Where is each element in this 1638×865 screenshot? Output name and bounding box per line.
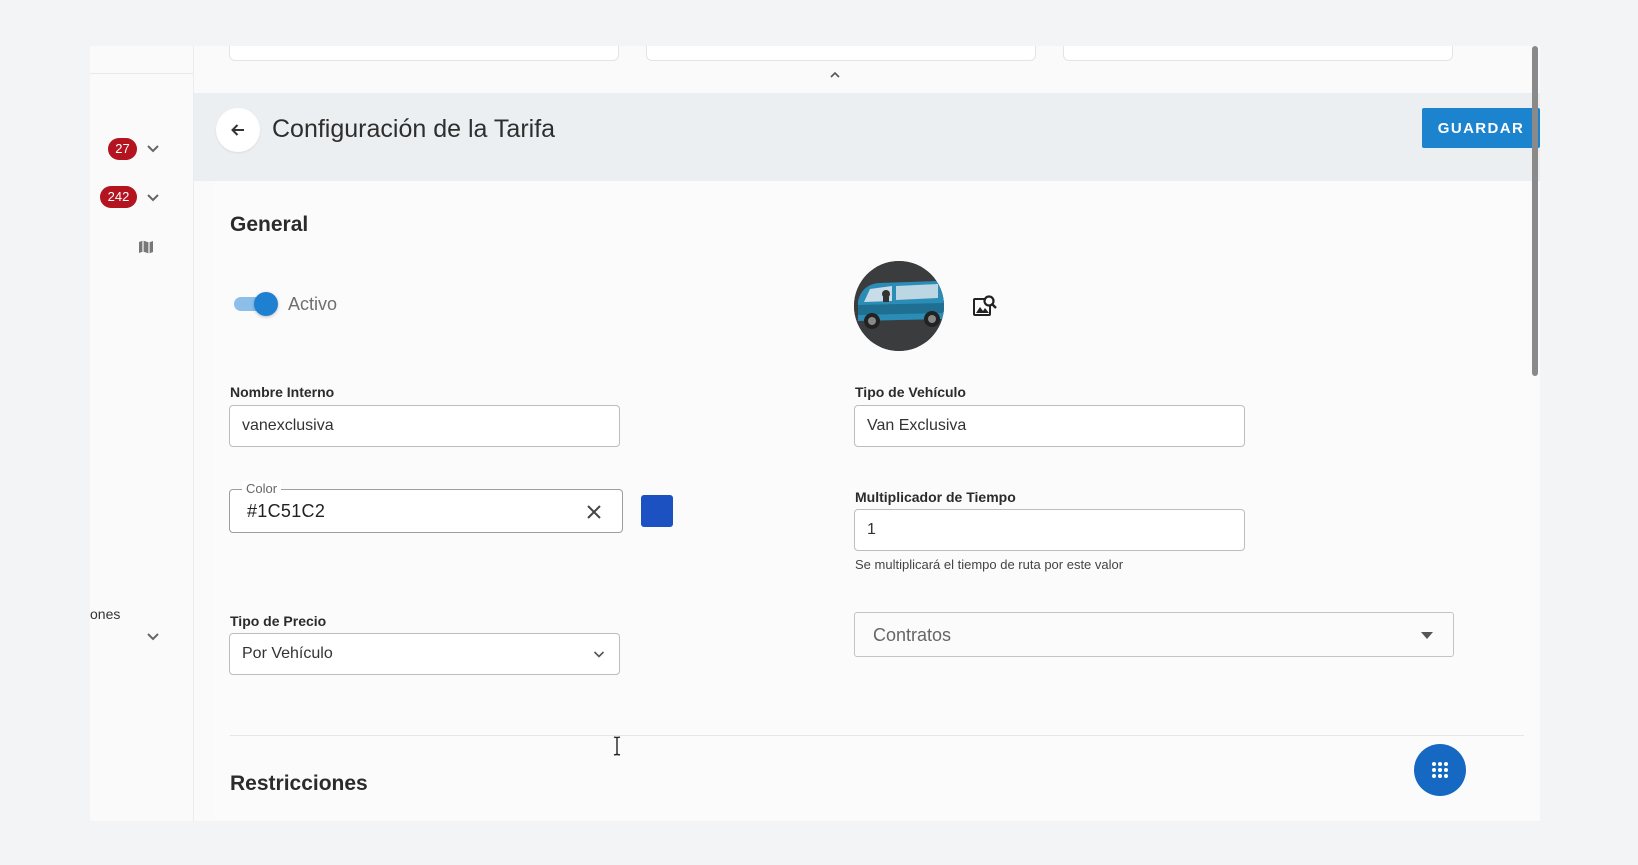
scrollbar[interactable] <box>1532 46 1538 376</box>
chevron-down-icon[interactable] <box>146 191 160 205</box>
toggle-knob <box>254 292 278 316</box>
sidebar-divider <box>90 73 193 74</box>
summary-card <box>1063 46 1453 61</box>
sidebar: 27 242 ones <box>90 46 194 821</box>
vehicle-type-field[interactable]: Van Exclusiva <box>854 405 1245 447</box>
internal-name-label: Nombre Interno <box>230 384 335 400</box>
time-multiplier-helper: Se multiplicará el tiempo de ruta por es… <box>855 557 1124 572</box>
chevron-down-icon[interactable] <box>146 142 160 156</box>
dropdown-arrow-icon <box>1421 632 1433 639</box>
time-multiplier-field[interactable]: 1 <box>854 509 1245 551</box>
apps-fab-button[interactable] <box>1414 744 1466 796</box>
vehicle-avatar[interactable] <box>854 261 944 351</box>
image-search-icon[interactable] <box>972 293 998 319</box>
active-toggle[interactable] <box>232 291 278 317</box>
back-button[interactable] <box>216 108 260 152</box>
sidebar-item-label: ones <box>90 606 121 622</box>
color-field[interactable]: Color #1C51C2 <box>229 481 623 533</box>
badge-count-242: 242 <box>100 186 137 208</box>
form-card: General Activo Nombre Interno vanexclusi… <box>214 181 1540 821</box>
save-button[interactable]: GUARDAR <box>1422 108 1540 148</box>
page-title: Configuración de la Tarifa <box>272 115 556 143</box>
price-type-select[interactable]: Por Vehículo <box>229 633 620 675</box>
section-title-general: General <box>230 213 309 236</box>
van-image <box>854 261 944 351</box>
text-cursor-icon <box>613 736 621 756</box>
contracts-placeholder: Contratos <box>873 625 952 645</box>
section-divider <box>230 735 1524 736</box>
main-content: Configuración de la Tarifa GUARDAR Gener… <box>194 46 1540 821</box>
app-window: 27 242 ones Configuración de la Tarifa G… <box>90 46 1540 821</box>
apps-grid-icon <box>1432 762 1448 778</box>
summary-card <box>229 46 619 61</box>
internal-name-field[interactable]: vanexclusiva <box>229 405 620 447</box>
color-swatch[interactable] <box>641 495 673 527</box>
price-type-value: Por Vehículo <box>242 645 333 662</box>
top-summary-strip <box>194 46 1540 93</box>
color-field-value: #1C51C2 <box>247 501 326 521</box>
chevron-down-icon <box>593 651 605 658</box>
clear-icon[interactable] <box>584 502 604 522</box>
chevron-down-icon[interactable] <box>146 630 160 644</box>
badge-count-27: 27 <box>108 138 137 160</box>
color-field-legend: Color <box>242 481 282 496</box>
map-icon[interactable] <box>138 239 154 255</box>
summary-card <box>646 46 1036 61</box>
back-arrow-icon <box>231 124 244 136</box>
time-multiplier-label: Multiplicador de Tiempo <box>855 489 1016 505</box>
vehicle-type-label: Tipo de Vehículo <box>855 384 966 400</box>
contracts-select[interactable]: Contratos <box>854 612 1454 657</box>
active-toggle-label: Activo <box>288 294 338 314</box>
page-header: Configuración de la Tarifa GUARDAR <box>194 93 1540 181</box>
section-title-restrictions: Restricciones <box>230 772 368 795</box>
caret-up-icon[interactable] <box>828 70 842 80</box>
price-type-label: Tipo de Precio <box>230 613 327 629</box>
